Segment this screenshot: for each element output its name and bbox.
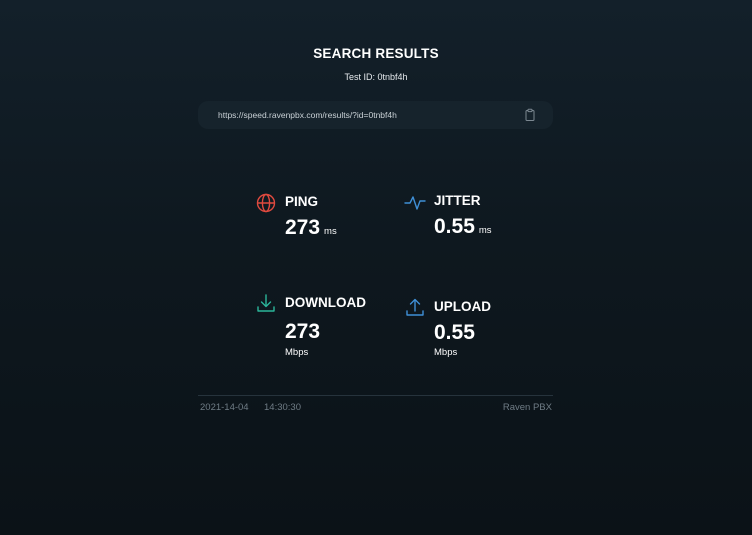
result-url-bar[interactable]: https://speed.ravenpbx.com/results/?id=0… [198,101,553,129]
footer-brand: Raven PBX [502,402,552,413]
globe-icon [255,192,277,214]
ping-label: PING [285,194,319,209]
clipboard-icon[interactable] [523,108,537,122]
result-url[interactable]: https://speed.ravenpbx.com/results/?id=0… [218,110,397,120]
footer-time: 14:30:30 [264,402,301,413]
download-icon [255,293,277,315]
download-value: 273 [285,320,321,343]
upload-unit: Mbps [434,347,458,358]
download-unit: Mbps [285,347,309,358]
footer-date: 2021-14-04 [200,402,249,413]
jitter-value-row: 0.55 ms [434,215,492,239]
upload-label: UPLOAD [434,299,491,314]
download-label: DOWNLOAD [285,295,366,310]
jitter-unit: ms [478,225,492,236]
ping-unit: ms [324,226,337,237]
ping-value: 273 [285,216,321,239]
jitter-label: JITTER [434,193,481,208]
page-title: SEARCH RESULTS [313,46,439,61]
footer-divider [198,395,553,396]
upload-value: 0.55 [434,321,475,344]
test-id: Test ID: 0tnbf4h [344,72,408,82]
jitter-value: 0.55 [434,215,475,238]
ping-value-row: 273 ms [285,216,337,240]
pulse-icon [404,191,426,213]
upload-icon [404,297,426,319]
